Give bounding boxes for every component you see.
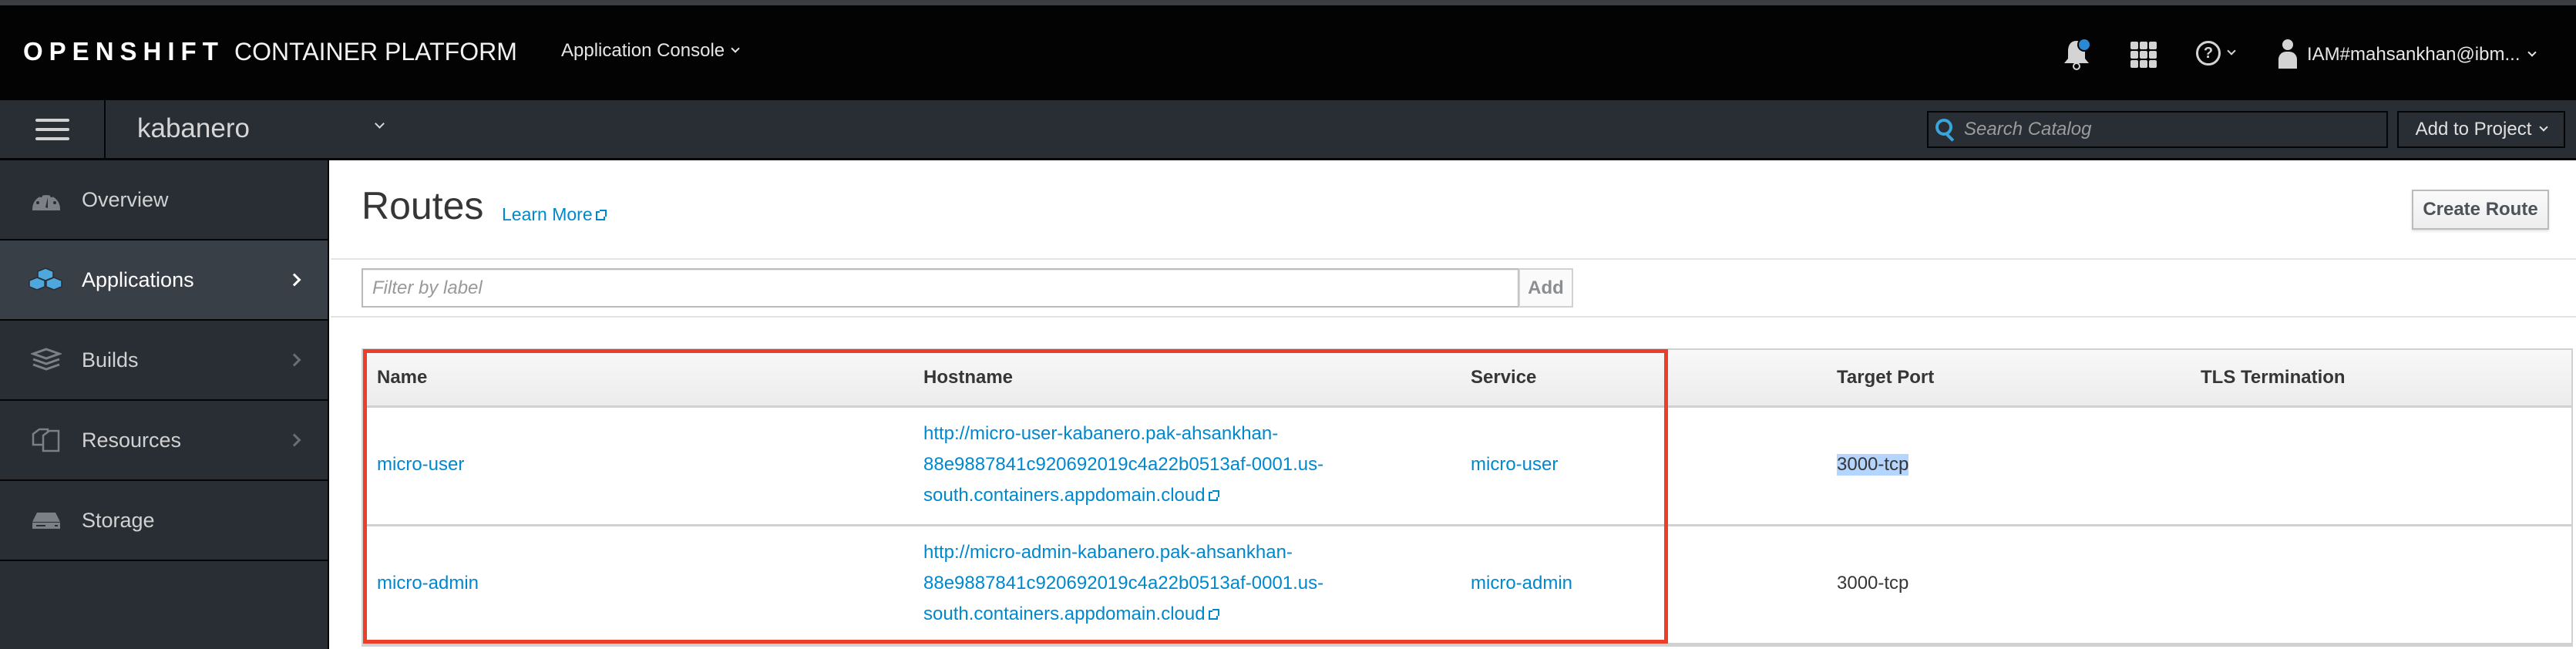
divider <box>331 258 2576 260</box>
hostname-link[interactable]: http://micro-admin-kabanero.pak-ahsankha… <box>923 537 1386 630</box>
table-row: micro-admin http://micro-admin-kabanero.… <box>363 526 2571 645</box>
add-filter-button[interactable]: Add <box>1518 268 1573 308</box>
external-link-icon <box>1208 609 1219 620</box>
target-port: 3000-tcp <box>1837 454 1909 476</box>
external-link-icon <box>595 210 607 220</box>
route-name-link[interactable]: micro-user <box>377 454 464 476</box>
chevron-down-icon <box>375 119 385 129</box>
column-header-service[interactable]: Service <box>1471 367 1536 388</box>
console-switcher[interactable]: Application Console <box>561 40 740 62</box>
cubes-icon <box>29 267 62 291</box>
sidebar-item-applications[interactable]: Applications <box>0 240 328 321</box>
add-to-project-label: Add to Project <box>2415 119 2532 140</box>
storage-icon <box>32 513 60 529</box>
project-bar: kabanero Add to Project <box>0 100 2576 160</box>
help-menu[interactable]: ? <box>2196 41 2236 66</box>
layers-icon <box>31 348 62 371</box>
question-circle-icon: ? <box>2196 41 2221 66</box>
notification-badge <box>2079 39 2090 50</box>
hostname-line: south.containers.appdomain.cloud <box>923 604 1206 624</box>
hostname-line: 88e9887841c920692019c4a22b0513af-0001.us… <box>923 573 1324 594</box>
user-name: IAM#mahsankhan@ibm... <box>2307 44 2521 65</box>
hostname-line: http://micro-user-kabanero.pak-ahsankhan… <box>923 423 1279 444</box>
table-row: micro-user http://micro-user-kabanero.pa… <box>363 408 2571 526</box>
sidebar-item-label: Resources <box>82 428 182 452</box>
column-header-hostname[interactable]: Hostname <box>923 367 1013 388</box>
column-header-target-port[interactable]: Target Port <box>1837 367 1934 388</box>
hostname-line: 88e9887841c920692019c4a22b0513af-0001.us… <box>923 454 1324 475</box>
notifications-button[interactable] <box>2063 38 2091 72</box>
brand-light: CONTAINER PLATFORM <box>234 38 517 66</box>
search-catalog-input[interactable] <box>1964 119 2380 140</box>
masthead: OPENSHIFT CONTAINER PLATFORM Application… <box>0 5 2576 100</box>
main-content: Routes Learn More Create Route Add Name … <box>331 160 2576 649</box>
brand-bold: OPENSHIFT <box>23 37 224 66</box>
sidebar-item-overview[interactable]: Overview <box>0 160 328 240</box>
bell-icon <box>2064 38 2091 70</box>
project-name: kabanero <box>137 113 250 143</box>
project-selector[interactable]: kabanero <box>137 109 392 148</box>
filter-by-label-input[interactable] <box>362 268 1518 308</box>
routes-table: Name Hostname Service Target Port TLS Te… <box>362 348 2573 647</box>
sidebar: Overview Applications Builds Resources S… <box>0 160 329 649</box>
chevron-down-icon <box>2527 48 2537 57</box>
window-top-strip <box>0 0 2576 5</box>
learn-more-label: Learn More <box>502 204 593 224</box>
sidebar-item-storage[interactable]: Storage <box>0 481 328 561</box>
add-to-project-button[interactable]: Add to Project <box>2397 111 2565 148</box>
hamburger-menu-icon[interactable] <box>0 100 106 158</box>
brand-logo[interactable]: OPENSHIFT CONTAINER PLATFORM <box>23 36 517 67</box>
hostname-line: http://micro-admin-kabanero.pak-ahsankha… <box>923 542 1293 563</box>
hostname-line: south.containers.appdomain.cloud <box>923 485 1206 506</box>
service-link[interactable]: micro-user <box>1471 454 1558 476</box>
column-header-name[interactable]: Name <box>377 367 427 388</box>
chevron-right-icon <box>288 353 301 367</box>
sidebar-item-builds[interactable]: Builds <box>0 321 328 401</box>
service-link[interactable]: micro-admin <box>1471 573 1572 594</box>
chevron-down-icon <box>2539 123 2549 132</box>
chevron-down-icon <box>2227 46 2236 55</box>
hostname-link[interactable]: http://micro-user-kabanero.pak-ahsankhan… <box>923 419 1386 511</box>
sidebar-item-label: Applications <box>82 267 194 291</box>
sidebar-item-label: Overview <box>82 187 169 211</box>
external-link-icon <box>1208 490 1219 501</box>
divider <box>331 316 2576 318</box>
column-header-tls-termination[interactable]: TLS Termination <box>2201 367 2346 388</box>
target-port: 3000-tcp <box>1837 573 1909 594</box>
sidebar-item-resources[interactable]: Resources <box>0 401 328 481</box>
console-switcher-label: Application Console <box>561 40 725 61</box>
chevron-down-icon <box>731 44 740 53</box>
catalog-search[interactable] <box>1927 111 2388 148</box>
table-header: Name Hostname Service Target Port TLS Te… <box>363 350 2571 408</box>
sidebar-item-label: Storage <box>82 508 155 532</box>
user-icon <box>2278 39 2298 70</box>
route-name-link[interactable]: micro-admin <box>377 573 479 594</box>
files-icon <box>32 428 60 452</box>
learn-more-link[interactable]: Learn More <box>502 204 607 225</box>
search-icon <box>1933 116 1959 143</box>
user-menu[interactable]: IAM#mahsankhan@ibm... <box>2278 39 2537 70</box>
dashboard-icon <box>32 192 60 210</box>
sidebar-item-label: Builds <box>82 348 139 372</box>
chevron-right-icon <box>288 273 301 287</box>
app-launcher-icon[interactable] <box>2130 42 2157 68</box>
chevron-right-icon <box>288 433 301 447</box>
create-route-button[interactable]: Create Route <box>2412 190 2549 230</box>
page-title: Routes <box>362 184 484 227</box>
